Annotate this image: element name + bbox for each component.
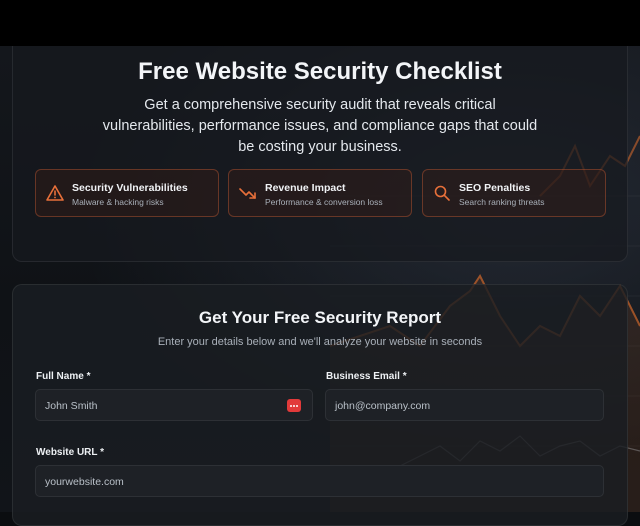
password-manager-icon[interactable] bbox=[287, 399, 301, 412]
full-name-field[interactable]: John Smith bbox=[35, 389, 313, 421]
business-email-label: Business Email * bbox=[326, 371, 407, 382]
feature-title: Security Vulnerabilities bbox=[72, 182, 188, 194]
feature-security-vulnerabilities: Security Vulnerabilities Malware & hacki… bbox=[35, 169, 219, 217]
website-url-label: Website URL * bbox=[36, 447, 104, 458]
feature-title: SEO Penalties bbox=[459, 182, 531, 194]
feature-subtitle: Search ranking threats bbox=[459, 197, 545, 207]
full-name-value: John Smith bbox=[45, 400, 98, 412]
search-icon bbox=[434, 185, 450, 201]
form-title: Get Your Free Security Report bbox=[198, 308, 442, 327]
trending-down-icon bbox=[239, 188, 256, 199]
warning-triangle-icon bbox=[46, 185, 64, 201]
business-email-field[interactable]: john@company.com bbox=[325, 389, 604, 421]
top-black-bar bbox=[0, 0, 640, 46]
feature-seo-penalties: SEO Penalties Search ranking threats bbox=[422, 169, 606, 217]
form-subtitle: Enter your details below and we'll analy… bbox=[157, 336, 483, 348]
full-name-label: Full Name * bbox=[36, 371, 91, 382]
feature-title: Revenue Impact bbox=[265, 182, 346, 194]
website-url-field[interactable]: yourwebsite.com bbox=[35, 465, 604, 497]
feature-subtitle: Performance & conversion loss bbox=[265, 197, 383, 207]
feature-subtitle: Malware & hacking risks bbox=[72, 197, 164, 207]
page-title: Free Website Security Checklist bbox=[138, 58, 502, 85]
business-email-value: john@company.com bbox=[335, 400, 431, 412]
website-url-value: yourwebsite.com bbox=[45, 476, 124, 488]
hero-subtitle: Get a comprehensive security audit that … bbox=[102, 97, 538, 155]
feature-revenue-impact: Revenue Impact Performance & conversion … bbox=[228, 169, 412, 217]
